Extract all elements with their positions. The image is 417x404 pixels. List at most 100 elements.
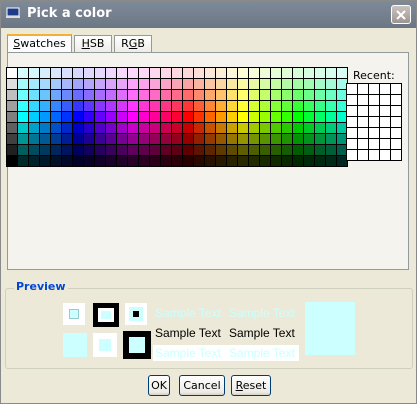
recent-swatch[interactable]	[391, 95, 401, 105]
color-swatch[interactable]	[40, 134, 50, 144]
color-swatch[interactable]	[183, 101, 193, 111]
color-swatch[interactable]	[216, 79, 226, 89]
color-swatch[interactable]	[293, 79, 303, 89]
color-swatch[interactable]	[271, 68, 281, 78]
recent-swatch[interactable]	[358, 106, 368, 116]
color-swatch[interactable]	[238, 134, 248, 144]
swatch-grid[interactable]	[6, 67, 348, 167]
color-swatch[interactable]	[95, 156, 105, 166]
color-swatch[interactable]	[205, 145, 215, 155]
color-swatch[interactable]	[117, 134, 127, 144]
color-swatch[interactable]	[73, 123, 83, 133]
color-swatch[interactable]	[304, 156, 314, 166]
color-swatch[interactable]	[161, 145, 171, 155]
color-swatch[interactable]	[73, 90, 83, 100]
color-swatch[interactable]	[18, 90, 28, 100]
color-swatch[interactable]	[304, 68, 314, 78]
color-swatch[interactable]	[128, 156, 138, 166]
color-swatch[interactable]	[216, 112, 226, 122]
color-swatch[interactable]	[249, 90, 259, 100]
color-swatch[interactable]	[293, 123, 303, 133]
color-swatch[interactable]	[150, 101, 160, 111]
color-swatch[interactable]	[106, 79, 116, 89]
color-swatch[interactable]	[150, 79, 160, 89]
recent-swatch[interactable]	[347, 128, 357, 138]
color-swatch[interactable]	[62, 101, 72, 111]
color-swatch[interactable]	[194, 79, 204, 89]
recent-swatch[interactable]	[391, 128, 401, 138]
color-swatch[interactable]	[128, 134, 138, 144]
color-swatch[interactable]	[216, 68, 226, 78]
color-swatch[interactable]	[293, 90, 303, 100]
recent-swatch[interactable]	[358, 139, 368, 149]
color-swatch[interactable]	[282, 145, 292, 155]
color-swatch[interactable]	[238, 156, 248, 166]
color-swatch[interactable]	[40, 101, 50, 111]
color-swatch[interactable]	[194, 112, 204, 122]
color-swatch[interactable]	[150, 134, 160, 144]
color-swatch[interactable]	[194, 145, 204, 155]
color-swatch[interactable]	[304, 145, 314, 155]
color-swatch[interactable]	[51, 112, 61, 122]
color-swatch[interactable]	[106, 112, 116, 122]
color-swatch[interactable]	[260, 145, 270, 155]
color-swatch[interactable]	[326, 145, 336, 155]
color-swatch[interactable]	[40, 145, 50, 155]
color-swatch[interactable]	[150, 145, 160, 155]
color-swatch[interactable]	[260, 112, 270, 122]
color-swatch[interactable]	[183, 112, 193, 122]
color-swatch[interactable]	[117, 90, 127, 100]
color-swatch[interactable]	[73, 134, 83, 144]
color-swatch[interactable]	[62, 134, 72, 144]
color-swatch[interactable]	[18, 134, 28, 144]
color-swatch[interactable]	[315, 123, 325, 133]
color-swatch[interactable]	[315, 101, 325, 111]
color-swatch[interactable]	[117, 123, 127, 133]
color-swatch[interactable]	[139, 156, 149, 166]
color-swatch[interactable]	[139, 112, 149, 122]
color-swatch[interactable]	[227, 79, 237, 89]
color-swatch[interactable]	[249, 156, 259, 166]
color-swatch[interactable]	[29, 90, 39, 100]
color-swatch[interactable]	[84, 68, 94, 78]
color-swatch[interactable]	[282, 156, 292, 166]
color-swatch[interactable]	[205, 79, 215, 89]
color-swatch[interactable]	[18, 145, 28, 155]
color-swatch[interactable]	[205, 112, 215, 122]
color-swatch[interactable]	[106, 156, 116, 166]
color-swatch[interactable]	[106, 90, 116, 100]
color-swatch[interactable]	[260, 123, 270, 133]
color-swatch[interactable]	[227, 68, 237, 78]
color-swatch[interactable]	[95, 101, 105, 111]
color-swatch[interactable]	[95, 79, 105, 89]
color-swatch[interactable]	[7, 134, 17, 144]
color-swatch[interactable]	[29, 145, 39, 155]
recent-swatch[interactable]	[380, 117, 390, 127]
color-swatch[interactable]	[315, 112, 325, 122]
color-swatch[interactable]	[7, 90, 17, 100]
color-swatch[interactable]	[128, 123, 138, 133]
color-swatch[interactable]	[304, 134, 314, 144]
color-swatch[interactable]	[183, 68, 193, 78]
color-swatch[interactable]	[205, 134, 215, 144]
color-swatch[interactable]	[18, 123, 28, 133]
color-swatch[interactable]	[227, 145, 237, 155]
color-swatch[interactable]	[40, 90, 50, 100]
color-swatch[interactable]	[315, 156, 325, 166]
color-swatch[interactable]	[7, 101, 17, 111]
color-swatch[interactable]	[271, 123, 281, 133]
color-swatch[interactable]	[249, 101, 259, 111]
color-swatch[interactable]	[73, 101, 83, 111]
color-swatch[interactable]	[150, 123, 160, 133]
color-swatch[interactable]	[238, 123, 248, 133]
recent-swatch-grid[interactable]	[346, 83, 402, 161]
color-swatch[interactable]	[106, 123, 116, 133]
color-swatch[interactable]	[238, 79, 248, 89]
color-swatch[interactable]	[139, 123, 149, 133]
recent-swatch[interactable]	[380, 150, 390, 160]
recent-swatch[interactable]	[391, 106, 401, 116]
color-swatch[interactable]	[172, 68, 182, 78]
color-swatch[interactable]	[51, 79, 61, 89]
color-swatch[interactable]	[139, 90, 149, 100]
color-swatch[interactable]	[40, 156, 50, 166]
